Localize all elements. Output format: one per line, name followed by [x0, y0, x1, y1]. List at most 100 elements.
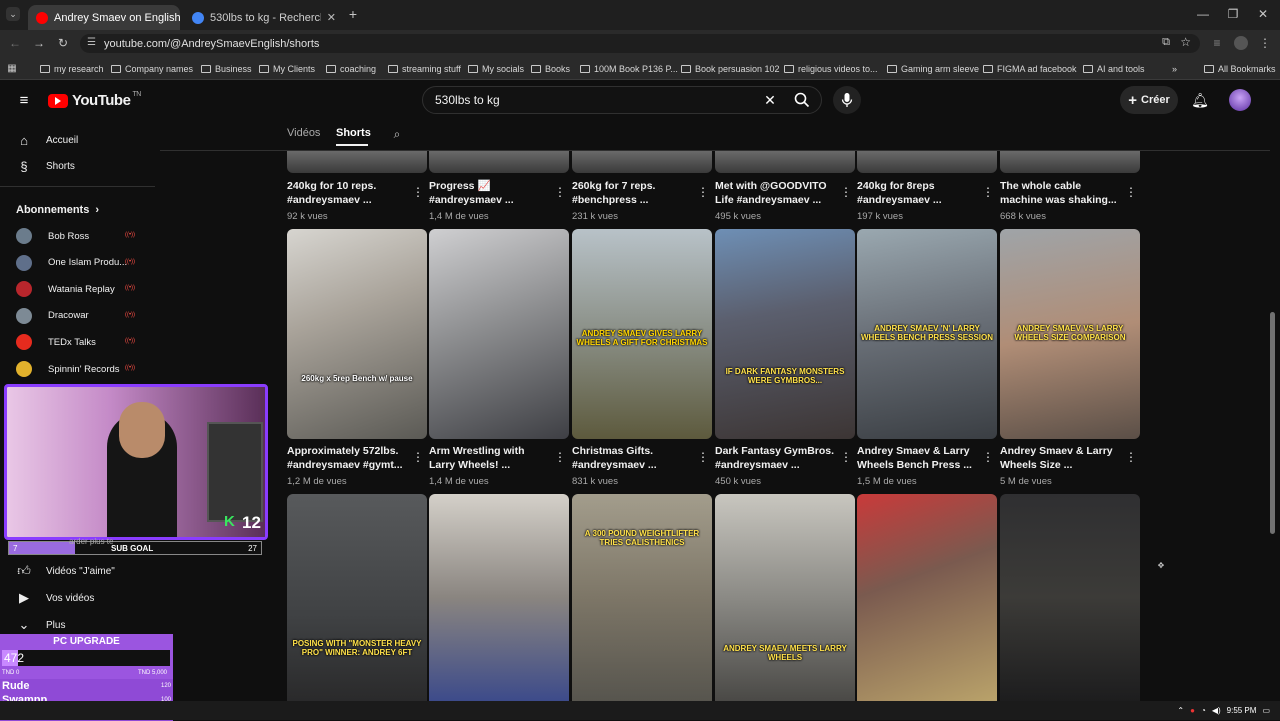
more-options-icon[interactable]: ⋮ — [840, 450, 852, 464]
notification-icon[interactable]: ▭ — [1262, 706, 1270, 715]
site-info-icon[interactable]: ☰ — [87, 37, 96, 48]
short-thumbnail[interactable]: ANDREY SMAEV 'N' LARRY WHEELS BENCH PRES… — [857, 229, 997, 439]
sidebar-item-your-videos[interactable]: ▶ Vos vidéos — [0, 585, 155, 611]
bookmark-item[interactable]: My socials — [468, 62, 524, 75]
extensions-icon[interactable]: ≡ — [1210, 36, 1224, 50]
short-thumbnail[interactable] — [857, 151, 997, 173]
clock[interactable]: 9:55 PM — [1227, 706, 1257, 715]
short-thumbnail[interactable] — [857, 494, 997, 701]
bookmarks-overflow-icon[interactable]: » — [1172, 62, 1177, 75]
sidebar-item-liked[interactable]: 👍︎ Vidéos "J'aime" — [0, 558, 155, 584]
short-thumbnail[interactable]: A 300 POUND WEIGHTLIFTER TRIES CALISTHEN… — [572, 494, 712, 701]
short-title[interactable]: 260kg for 7 reps. #benchpress ... — [572, 179, 696, 207]
account-avatar[interactable] — [1229, 89, 1251, 111]
close-window-icon[interactable]: ✕ — [1256, 7, 1270, 21]
bookmark-item[interactable]: streaming stuff — [388, 62, 461, 75]
tab-youtube[interactable]: Andrey Smaev on English ◀) ✕ — [28, 5, 180, 30]
close-tab-icon[interactable]: ✕ — [327, 11, 336, 24]
short-title[interactable]: Progress 📈 #andreysmaev ... — [429, 179, 553, 207]
short-thumbnail[interactable] — [1000, 151, 1140, 173]
short-thumbnail[interactable] — [429, 229, 569, 439]
channel-search-icon[interactable]: ⌕ — [390, 127, 404, 141]
wifi-icon[interactable]: ◔ — [1201, 706, 1206, 715]
more-options-icon[interactable]: ⋮ — [697, 185, 709, 199]
bookmark-item[interactable]: Gaming arm sleeve — [887, 62, 979, 75]
short-thumbnail[interactable]: IF DARK FANTASY MONSTERS WERE GYMBROS... — [715, 229, 855, 439]
short-thumbnail[interactable]: 260kg x 5rep Bench w/ pause — [287, 229, 427, 439]
short-title[interactable]: Christmas Gifts. #andreysmaev ... — [572, 444, 696, 472]
bookmark-item[interactable]: Book persuasion 102 — [681, 62, 780, 75]
more-options-icon[interactable]: ⋮ — [982, 450, 994, 464]
short-title[interactable]: Dark Fantasy GymBros. #andreysmaev ... — [715, 444, 839, 472]
clear-search-icon[interactable]: ✕ — [762, 92, 778, 108]
short-thumbnail[interactable]: POSING WITH "MONSTER HEAVY PRO" WINNER: … — [287, 494, 427, 701]
tab-shorts[interactable]: Shorts — [336, 127, 371, 139]
more-options-icon[interactable]: ⋮ — [840, 185, 852, 199]
bookmark-item[interactable]: Company names — [111, 62, 193, 75]
new-tab-icon[interactable]: + — [346, 6, 360, 22]
more-options-icon[interactable]: ⋮ — [412, 450, 424, 464]
bookmark-item[interactable]: Business — [201, 62, 252, 75]
browser-menu-icon[interactable]: ⋮ — [1259, 36, 1271, 50]
menu-hamburger-icon[interactable]: ≡ — [16, 92, 32, 109]
short-thumbnail[interactable] — [429, 494, 569, 701]
short-thumbnail[interactable] — [572, 151, 712, 173]
bookmark-all[interactable]: All Bookmarks — [1204, 62, 1276, 75]
short-title[interactable]: The whole cable machine was shaking... — [1000, 179, 1124, 207]
short-thumbnail[interactable] — [287, 151, 427, 173]
volume-icon[interactable]: ◀) — [1212, 706, 1221, 715]
voice-search-button[interactable] — [833, 86, 861, 114]
bookmark-item[interactable]: Books — [531, 62, 570, 75]
minimize-icon[interactable]: — — [1196, 7, 1210, 21]
more-options-icon[interactable]: ⋮ — [554, 450, 566, 464]
search-button[interactable] — [782, 86, 822, 114]
bookmark-item[interactable]: 100M Book P136 P... — [580, 62, 678, 75]
sidebar-item-shorts[interactable]: § Shorts — [0, 153, 155, 179]
short-title[interactable]: Approximately 572lbs. #andreysmaev #gymt… — [287, 444, 411, 472]
restore-icon[interactable]: ❐ — [1226, 7, 1240, 21]
create-button[interactable]: + Créer — [1120, 86, 1178, 114]
scrollbar-thumb[interactable] — [1270, 312, 1275, 534]
profile-avatar[interactable] — [1234, 36, 1248, 50]
more-options-icon[interactable]: ⋮ — [982, 185, 994, 199]
short-title[interactable]: 240kg for 8reps #andreysmaev ... — [857, 179, 981, 207]
tray-app-icon[interactable]: ● — [1190, 706, 1195, 715]
tab-videos[interactable]: Vidéos — [287, 127, 320, 139]
sidebar-item-home[interactable]: ⌂ Accueil — [0, 127, 155, 153]
tab-search-icon[interactable]: ⌄ — [6, 7, 20, 21]
bookmark-item[interactable]: AI and tools — [1083, 62, 1145, 75]
more-options-icon[interactable]: ⋮ — [1125, 185, 1137, 199]
short-title[interactable]: 240kg for 10 reps. #andreysmaev ... — [287, 179, 411, 207]
short-title[interactable]: Met with @GOODVITO Life #andreysmaev ... — [715, 179, 839, 207]
bookmark-item[interactable]: My Clients — [259, 62, 315, 75]
more-options-icon[interactable]: ⋮ — [554, 185, 566, 199]
subscriptions-header[interactable]: Abonnements › — [0, 197, 155, 223]
url-field[interactable]: ☰ youtube.com/@AndreySmaevEnglish/shorts… — [80, 34, 1200, 53]
short-thumbnail[interactable] — [429, 151, 569, 173]
more-options-icon[interactable]: ⋮ — [697, 450, 709, 464]
reload-icon[interactable]: ↻ — [56, 36, 70, 50]
notifications-bell-icon[interactable]: 🔔︎ — [1191, 92, 1209, 108]
apps-grid-icon[interactable]: ▦ — [6, 62, 18, 74]
short-thumbnail[interactable]: ANDREY SMAEV MEETS LARRY WHEELS — [715, 494, 855, 701]
youtube-logo[interactable]: YouTube TN — [48, 91, 141, 109]
bookmark-item[interactable]: my research — [40, 62, 104, 75]
more-options-icon[interactable]: ⋮ — [1125, 450, 1137, 464]
bookmark-item[interactable]: FIGMA ad facebook — [983, 62, 1077, 75]
back-icon[interactable]: ← — [8, 36, 22, 50]
bookmark-item[interactable]: coaching — [326, 62, 376, 75]
short-title[interactable]: Arm Wrestling with Larry Wheels! ... — [429, 444, 553, 472]
bookmark-star-icon[interactable]: ☆ — [1180, 35, 1191, 49]
short-title[interactable]: Andrey Smaev & Larry Wheels Bench Press … — [857, 444, 981, 472]
tab-google[interactable]: 530lbs to kg - Recherche Google ✕ — [184, 5, 344, 30]
tray-chevron-icon[interactable]: ⌃ — [1177, 706, 1184, 715]
short-title[interactable]: Andrey Smaev & Larry Wheels Size ... — [1000, 444, 1124, 472]
more-options-icon[interactable]: ⋮ — [412, 185, 424, 199]
short-thumbnail[interactable] — [1000, 494, 1140, 701]
short-thumbnail[interactable]: ANDREY SMAEV GIVES LARRY WHEELS A GIFT F… — [572, 229, 712, 439]
short-thumbnail[interactable]: ANDREY SMAEV VS LARRY WHEELS SIZE COMPAR… — [1000, 229, 1140, 439]
bookmark-item[interactable]: religious videos to... — [784, 62, 878, 75]
forward-icon[interactable]: → — [32, 36, 46, 50]
short-thumbnail[interactable] — [715, 151, 855, 173]
install-icon[interactable]: ⧉ — [1162, 36, 1170, 49]
